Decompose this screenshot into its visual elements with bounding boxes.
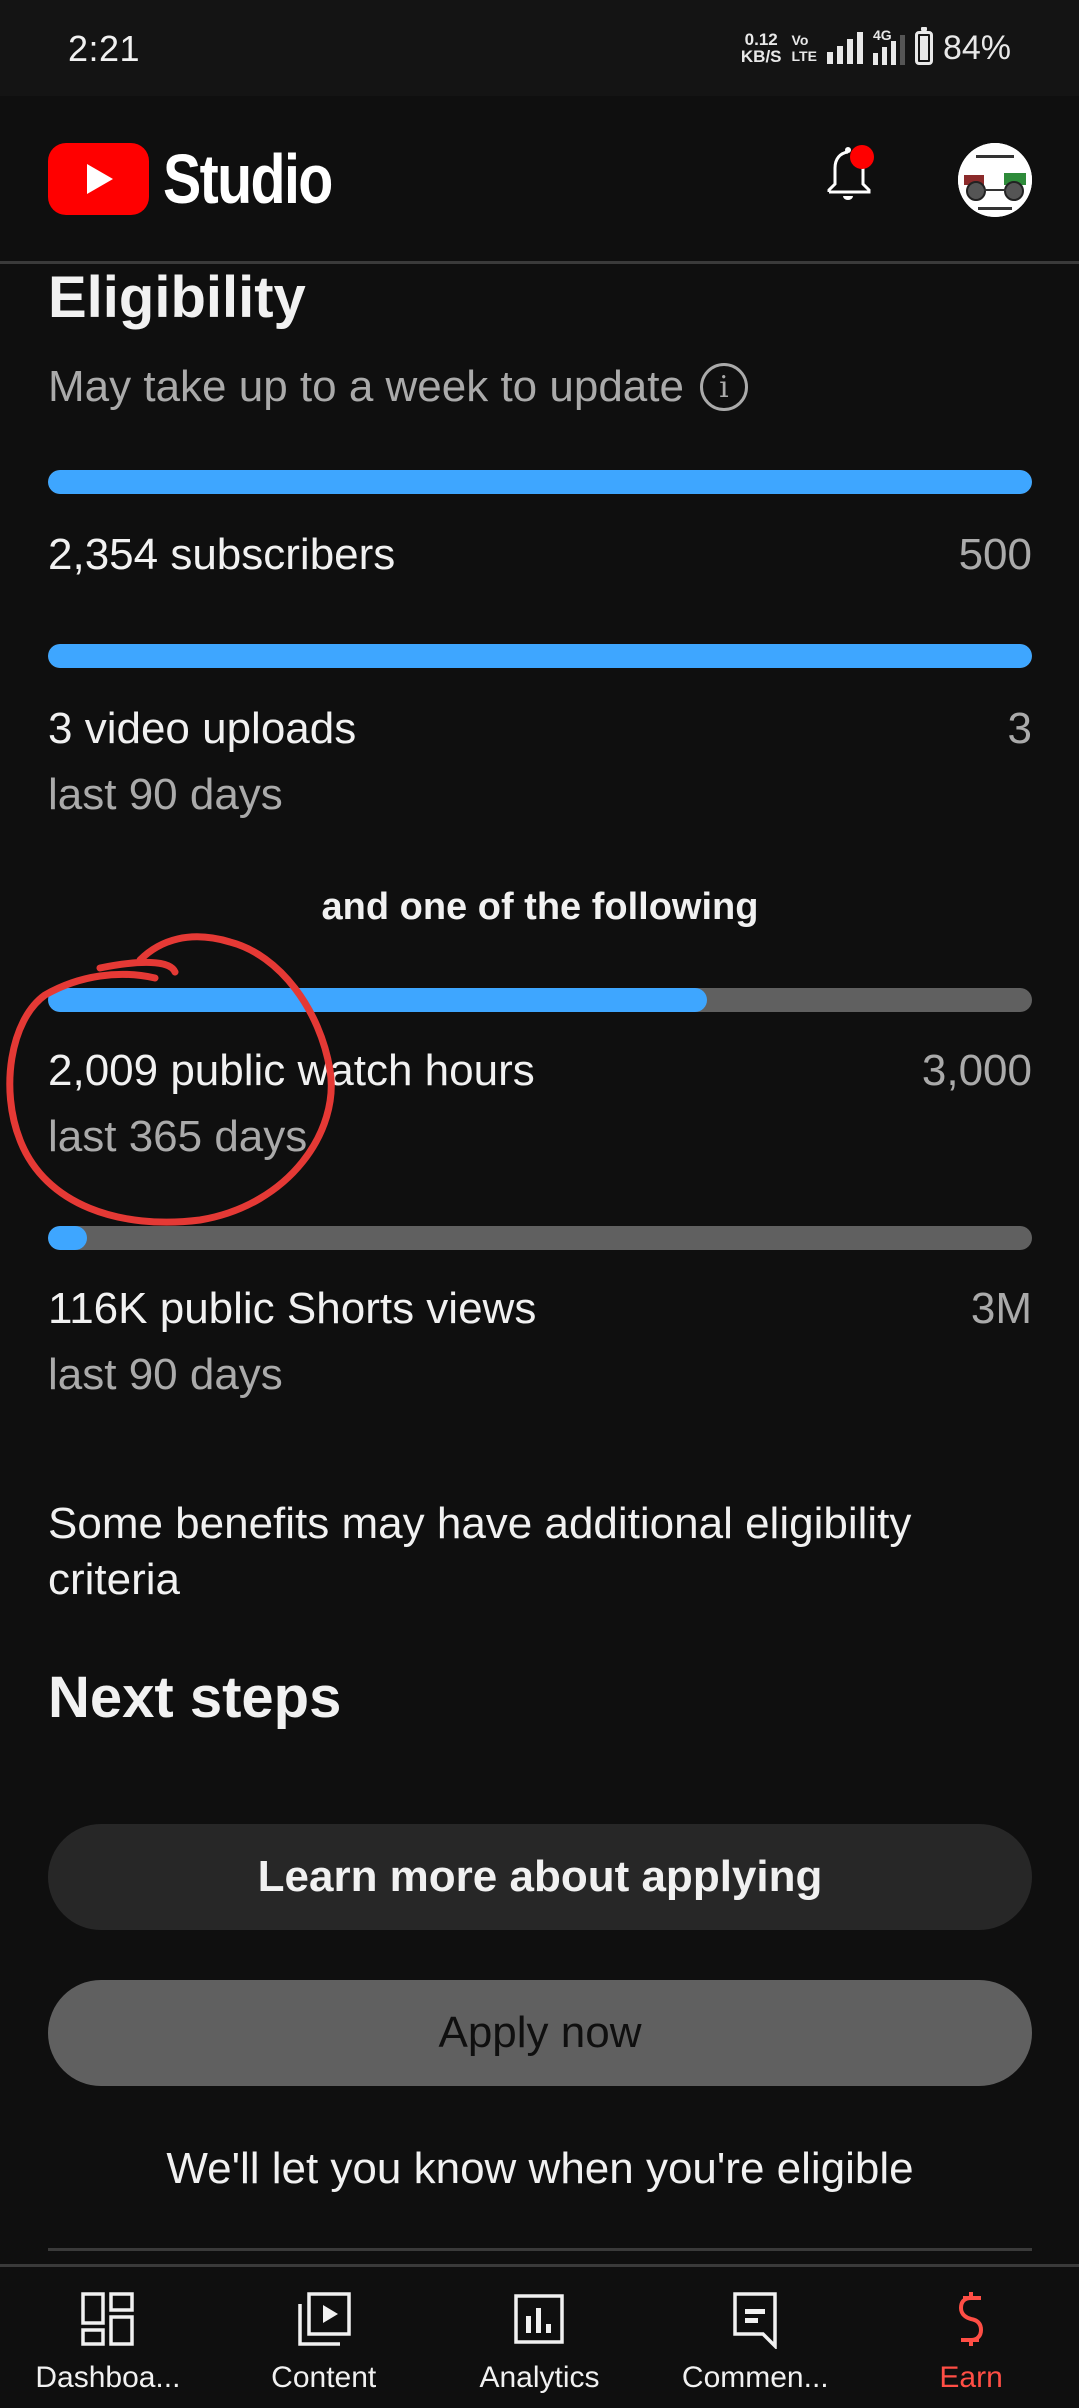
alternative-watch-hours: 2,009 public watch hours 3,000 — [48, 1046, 1032, 1096]
eligibility-title: Eligibility — [48, 265, 306, 330]
watch-hours-progress-bar — [48, 988, 1032, 1012]
requirement-label: 2,009 public watch hours — [48, 1046, 535, 1095]
uploads-progress-fill — [48, 644, 1032, 668]
eligibility-subtitle: May take up to a week to update i — [48, 362, 748, 412]
nav-label: Dashboa... — [35, 2361, 181, 2394]
dashboard-icon — [81, 2292, 134, 2346]
volte-top: Vo — [791, 32, 809, 48]
nav-label: Commen... — [681, 2361, 829, 2394]
or-separator-label: and one of the following — [321, 886, 759, 928]
signal-strength-icon — [826, 32, 863, 64]
app-header: Studio — [0, 96, 1079, 264]
comments-icon — [733, 2292, 778, 2349]
requirement-sublabel: last 365 days — [48, 1112, 308, 1161]
eligibility-subtitle-text: May take up to a week to update — [48, 362, 684, 411]
requirement-target: 3M — [970, 1284, 1032, 1333]
battery-percent: 84% — [942, 28, 1011, 67]
apply-now-button[interactable]: Apply now — [48, 1980, 1032, 2086]
signal-4g-icon: 4G — [872, 27, 905, 65]
volte-bottom: LTE — [791, 48, 817, 64]
nav-label: Content — [271, 2361, 377, 2394]
bell-icon — [827, 145, 874, 200]
additional-criteria-note: Some benefits may have additional eligib… — [48, 1499, 912, 1604]
shorts-views-progress-bar — [48, 1226, 1032, 1250]
nav-label: Earn — [939, 2361, 1003, 2394]
status-time: 2:21 — [68, 28, 141, 69]
youtube-play-logo-icon — [48, 143, 149, 215]
learn-more-button[interactable]: Learn more about applying — [48, 1824, 1032, 1930]
volte-icon: Vo LTE — [792, 32, 817, 64]
notifications-button[interactable] — [818, 144, 878, 208]
avatar-image — [958, 143, 1032, 217]
requirement-target: 3,000 — [921, 1046, 1032, 1095]
next-steps-title: Next steps — [48, 1665, 342, 1730]
requirement-sublabel: last 90 days — [48, 770, 283, 819]
requirement-subscribers: 2,354 subscribers 500 — [48, 530, 1032, 580]
nav-analytics[interactable]: Analytics — [432, 2267, 648, 2408]
nav-earn[interactable]: Earn — [863, 2267, 1079, 2408]
alternative-shorts-views: 116K public Shorts views 3M — [48, 1284, 1032, 1334]
content-divider — [48, 2248, 1032, 2251]
info-icon[interactable]: i — [699, 363, 748, 411]
requirement-label: 3 video uploads — [48, 704, 357, 753]
account-avatar[interactable] — [958, 143, 1032, 217]
subscribers-progress-fill — [48, 470, 1032, 494]
requirement-label: 116K public Shorts views — [48, 1284, 537, 1333]
network-speed-value: 0.12 — [744, 30, 778, 49]
requirement-sublabel: last 90 days — [48, 1350, 283, 1399]
network-type: 4G — [872, 27, 892, 43]
nav-dashboard[interactable]: Dashboa... — [0, 2267, 216, 2408]
studio-logo[interactable]: Studio — [48, 143, 369, 215]
status-icons: 0.12 KB/S Vo LTE 4G 84% — [741, 24, 1011, 72]
analytics-icon — [514, 2294, 565, 2344]
network-speed-unit: KB/S — [740, 47, 782, 66]
bottom-navigation: Dashboa... Content Analytics Commen... E… — [0, 2264, 1079, 2408]
subscribers-progress-bar — [48, 470, 1032, 494]
content-icon — [297, 2292, 351, 2346]
requirement-target: 3 — [1007, 704, 1032, 753]
nav-content[interactable]: Content — [216, 2267, 432, 2408]
nav-comments[interactable]: Commen... — [647, 2267, 863, 2408]
watch-hours-progress-fill — [48, 988, 708, 1012]
notification-badge — [850, 145, 874, 169]
dollar-icon — [959, 2292, 984, 2346]
requirement-uploads: 3 video uploads 3 — [48, 704, 1032, 754]
nav-label: Analytics — [479, 2361, 600, 2394]
requirement-label: 2,354 subscribers — [48, 530, 396, 579]
status-bar: 2:21 0.12 KB/S Vo LTE 4G 84% — [0, 0, 1079, 96]
network-speed: 0.12 KB/S — [741, 31, 782, 65]
requirement-target: 500 — [958, 530, 1032, 579]
app-name: Studio — [163, 140, 333, 218]
eligible-notice: We'll let you know when you're eligible — [166, 2144, 914, 2193]
battery-icon — [914, 27, 933, 65]
uploads-progress-bar — [48, 644, 1032, 668]
shorts-views-progress-fill — [48, 1226, 88, 1250]
